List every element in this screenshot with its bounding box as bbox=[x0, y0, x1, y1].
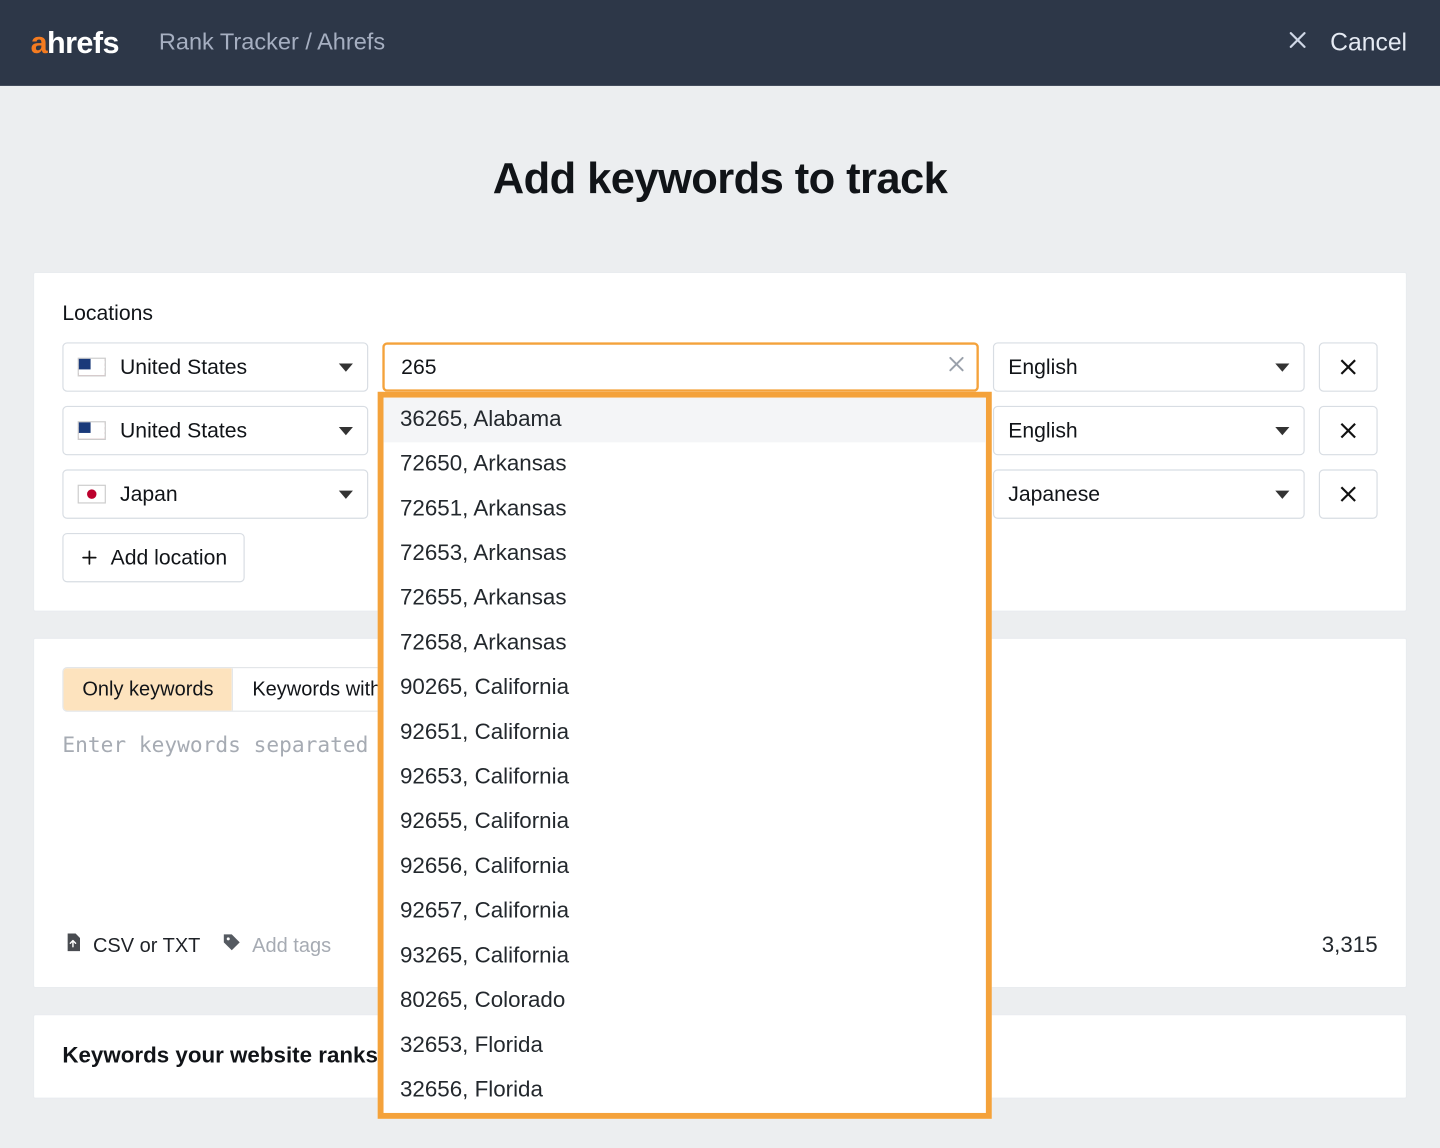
location-row: United States 36265, Alabama72650, Arkan… bbox=[62, 342, 1377, 391]
flag-icon bbox=[78, 485, 106, 504]
country-label: United States bbox=[120, 418, 247, 443]
tab-only-keywords[interactable]: Only keywords bbox=[64, 668, 233, 710]
page-title: Add keywords to track bbox=[0, 154, 1440, 203]
location-suggestion[interactable]: 72653, Arkansas bbox=[384, 532, 986, 577]
breadcrumb[interactable]: Rank Tracker / Ahrefs bbox=[159, 29, 385, 56]
location-suggestion[interactable]: 32656, Florida bbox=[384, 1068, 986, 1113]
location-search-wrapper: 36265, Alabama72650, Arkansas72651, Arka… bbox=[382, 342, 978, 391]
keyword-count: 3,315 bbox=[1322, 932, 1378, 958]
flag-icon bbox=[78, 421, 106, 440]
language-select[interactable]: English bbox=[993, 406, 1305, 455]
language-label: English bbox=[1008, 355, 1077, 380]
location-suggestion[interactable]: 92656, California bbox=[384, 845, 986, 890]
location-suggestion[interactable]: 80265, Colorado bbox=[384, 979, 986, 1024]
language-label: English bbox=[1008, 418, 1077, 443]
country-select[interactable]: Japan bbox=[62, 469, 368, 518]
location-suggestion[interactable]: 93265, California bbox=[384, 934, 986, 979]
country-label: United States bbox=[120, 355, 247, 380]
location-suggestion[interactable]: 72658, Arkansas bbox=[384, 621, 986, 666]
logo: ahrefs bbox=[31, 25, 119, 61]
chevron-down-icon bbox=[339, 426, 353, 434]
upload-csv-label: CSV or TXT bbox=[93, 934, 200, 958]
cancel-label: Cancel bbox=[1330, 29, 1407, 57]
chevron-down-icon bbox=[1275, 490, 1289, 498]
location-suggestions-dropdown[interactable]: 36265, Alabama72650, Arkansas72651, Arka… bbox=[378, 392, 992, 1119]
delete-location-button[interactable] bbox=[1319, 342, 1378, 391]
language-label: Japanese bbox=[1008, 482, 1100, 507]
location-suggestion[interactable]: 92655, California bbox=[384, 800, 986, 845]
cancel-button[interactable]: Cancel bbox=[1285, 28, 1407, 59]
location-suggestion[interactable]: 72650, Arkansas bbox=[384, 442, 986, 487]
close-icon bbox=[1285, 28, 1309, 59]
location-suggestion[interactable]: 72655, Arkansas bbox=[384, 576, 986, 621]
chevron-down-icon bbox=[1275, 426, 1289, 434]
location-suggestion[interactable]: 32653, Florida bbox=[384, 1024, 986, 1069]
location-search-input[interactable] bbox=[382, 342, 978, 391]
topbar: ahrefs Rank Tracker / Ahrefs Cancel bbox=[0, 0, 1440, 86]
country-label: Japan bbox=[120, 482, 178, 507]
locations-label: Locations bbox=[62, 301, 1377, 326]
location-suggestion[interactable]: 92657, California bbox=[384, 889, 986, 934]
delete-location-button[interactable] bbox=[1319, 469, 1378, 518]
upload-csv-button[interactable]: CSV or TXT bbox=[62, 932, 200, 959]
delete-location-button[interactable] bbox=[1319, 406, 1378, 455]
flag-icon bbox=[78, 358, 106, 377]
location-suggestion[interactable]: 90265, California bbox=[384, 666, 986, 711]
add-tags-button[interactable]: Add tags bbox=[222, 932, 332, 959]
language-select[interactable]: Japanese bbox=[993, 469, 1305, 518]
logo-a: a bbox=[31, 25, 47, 60]
location-suggestion[interactable]: 92651, California bbox=[384, 711, 986, 756]
country-select[interactable]: United States bbox=[62, 406, 368, 455]
location-suggestion[interactable]: 92653, California bbox=[384, 755, 986, 800]
logo-rest: hrefs bbox=[47, 25, 119, 60]
add-location-label: Add location bbox=[111, 545, 228, 570]
language-select[interactable]: English bbox=[993, 342, 1305, 391]
add-tags-label: Add tags bbox=[252, 934, 331, 958]
location-suggestion[interactable]: 72651, Arkansas bbox=[384, 487, 986, 532]
country-select[interactable]: United States bbox=[62, 342, 368, 391]
tag-icon bbox=[222, 932, 243, 959]
clear-input-button[interactable] bbox=[946, 354, 967, 381]
location-suggestion[interactable]: 36265, Alabama bbox=[384, 398, 986, 443]
add-location-button[interactable]: Add location bbox=[62, 533, 244, 582]
locations-card: Locations United States 36265, Alabama72… bbox=[33, 272, 1407, 612]
chevron-down-icon bbox=[339, 363, 353, 371]
file-icon bbox=[62, 932, 83, 959]
chevron-down-icon bbox=[1275, 363, 1289, 371]
chevron-down-icon bbox=[339, 490, 353, 498]
